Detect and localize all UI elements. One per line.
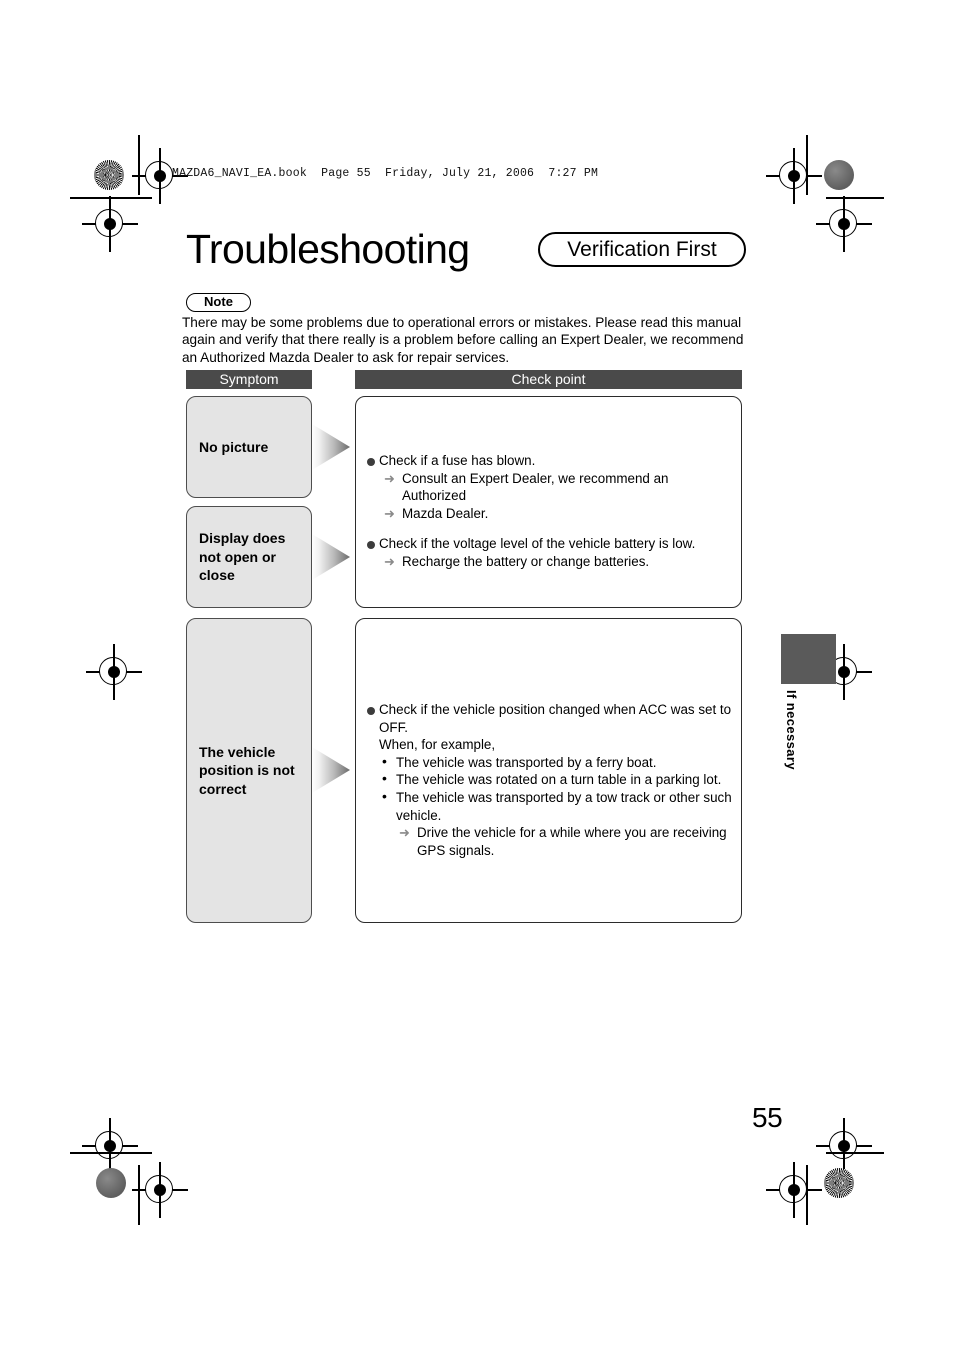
check-line: GPS signals.: [417, 842, 495, 858]
check-line: Mazda Dealer.: [366, 505, 734, 523]
title-row: Troubleshooting Verification First: [186, 226, 746, 278]
flow-arrow-icon-3: [312, 747, 350, 793]
check-point-content-1: Check if a fuse has blown. Consult an Ex…: [366, 452, 734, 571]
registration-crosshair-bottom-right-a: [816, 1118, 872, 1174]
symptom-box-vehicle-position: The vehicle position is not correct: [186, 618, 312, 923]
registration-crosshair-bottom-left-b: [132, 1162, 188, 1218]
halftone-circle-bottom-right: [824, 1168, 854, 1198]
flow-arrow-icon-1: [312, 424, 350, 470]
check-line: Check if the vehicle position changed wh…: [366, 701, 734, 719]
flow-arrow-icon-2: [312, 534, 350, 580]
solid-dot-top-right: [824, 160, 854, 190]
registration-crosshair-top-right-a: [766, 148, 822, 204]
check-line: The vehicle was rotated on a turn table …: [366, 770, 734, 789]
verification-first-badge: Verification First: [538, 232, 746, 267]
check-line: Consult an Expert Dealer, we recommend a…: [366, 470, 734, 505]
check-point-box-1: Check if a fuse has blown. Consult an Ex…: [355, 396, 742, 608]
check-line: Drive the vehicle for a while where you …: [366, 824, 734, 842]
check-line: When, for example,: [379, 737, 496, 753]
registration-crosshair-top-right-b: [816, 196, 872, 252]
note-paragraph: There may be some problems due to operat…: [182, 315, 744, 365]
check-line: Check if the voltage level of the vehicl…: [366, 535, 734, 553]
note-badge: Note: [186, 293, 251, 312]
column-header-check-point: Check point: [355, 370, 742, 389]
check-line: OFF.: [379, 719, 409, 735]
side-tab-label: If necessary: [784, 690, 799, 770]
check-line: Recharge the battery or change batteries…: [366, 553, 734, 571]
registration-crosshair-bottom-left-a: [82, 1118, 138, 1174]
page-title: Troubleshooting: [186, 226, 470, 272]
column-header-symptom: Symptom: [186, 370, 312, 389]
crop-line-bottom-right-h: [826, 1152, 884, 1154]
check-line: The vehicle was transported by a ferry b…: [366, 753, 734, 772]
crop-line-top-left-v: [138, 135, 140, 195]
registration-crosshair-bottom-right-b: [766, 1162, 822, 1218]
check-line: The vehicle was transported by a tow tra…: [366, 788, 734, 807]
file-header-text: MAZDA6_NAVI_EA.book Page 55 Friday, July…: [172, 167, 599, 180]
symptom-label: Display does not open or close: [199, 530, 286, 584]
check-point-box-2: Check if the vehicle position changed wh…: [355, 618, 742, 923]
check-point-content-2: Check if the vehicle position changed wh…: [366, 701, 734, 859]
crop-line-bottom-left-h: [70, 1152, 152, 1154]
page-number: 55: [752, 1102, 783, 1133]
symptom-box-no-picture: No picture: [186, 396, 312, 498]
solid-dot-bottom-left: [96, 1168, 126, 1198]
symptom-label: No picture: [199, 438, 269, 455]
registration-crosshair-mid-left: [86, 644, 142, 700]
side-tab-block: [781, 634, 836, 684]
halftone-circle-top-left: [94, 160, 124, 190]
check-line: vehicle.: [396, 807, 442, 823]
symptom-box-display-does-not-open: Display does not open or close: [186, 506, 312, 608]
registration-crosshair-top-left-b: [82, 196, 138, 252]
crop-line-top-right-v: [806, 135, 808, 195]
check-line: Check if a fuse has blown.: [366, 452, 734, 470]
symptom-label: The vehicle position is not correct: [199, 743, 295, 797]
